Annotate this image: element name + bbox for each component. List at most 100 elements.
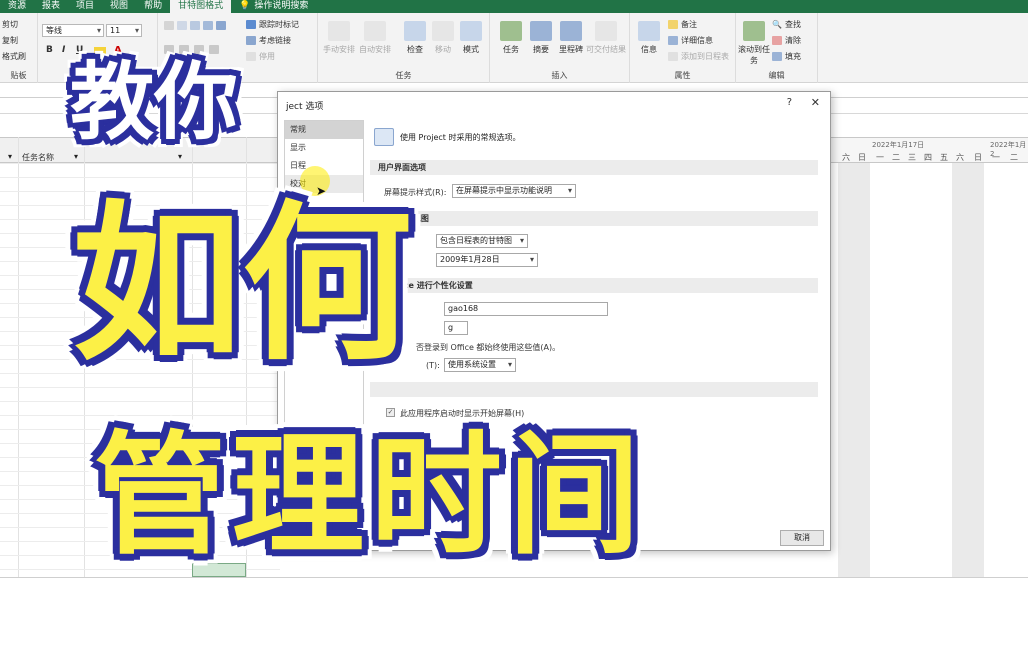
scroll-to-task-button[interactable]: 滚动到任务 (736, 17, 772, 66)
notes-button[interactable]: 备注 (668, 19, 697, 30)
day-label: 二 (1010, 153, 1018, 162)
help-icon[interactable]: ? (787, 97, 792, 108)
clear-button[interactable]: 清除 (772, 35, 801, 46)
details-label: 详细信息 (681, 36, 713, 45)
day-label: 一 (876, 153, 884, 162)
mode-column-dropdown[interactable]: ▾ (8, 152, 12, 161)
timeline-icon (668, 52, 678, 61)
font-size-select[interactable]: 11 (106, 24, 142, 37)
ribbon-tab-bar: 资源 报表 项目 视图 帮助 甘特图格式 💡 操作说明搜索 (0, 0, 1028, 13)
summary-label: 摘要 (533, 45, 549, 54)
nonworking-day-column (854, 163, 870, 577)
grid-row-line (0, 387, 280, 388)
deliverable-button[interactable]: 可交付结果 (586, 17, 626, 55)
add-to-timeline-button[interactable]: 添加到日程表 (668, 51, 729, 62)
editing-group-label: 编辑 (768, 71, 785, 80)
tab-project[interactable]: 项目 (68, 0, 102, 13)
insert-task-label: 任务 (503, 45, 519, 54)
milestone-icon (560, 21, 582, 41)
clipboard-group: 剪切 复制 格式刷 贴板 (0, 13, 38, 83)
cut-button[interactable]: 剪切 (2, 19, 18, 30)
manually-schedule-button[interactable]: 手动安排 (322, 17, 356, 55)
overlay-line-3: 管理时间 (94, 419, 646, 573)
username-input[interactable]: gao168 (444, 302, 608, 316)
auto-schedule-label: 自动安排 (359, 45, 391, 54)
close-icon[interactable]: ✕ (811, 96, 820, 109)
always-use-values-label[interactable]: 否登录到 Office 都始终使用这些值(A)。 (416, 342, 560, 353)
insert-task-button[interactable]: 任务 (494, 17, 528, 55)
respect-links-button[interactable]: 考虑链接 (246, 35, 291, 46)
nonworking-day-column (838, 163, 854, 577)
percent-complete-icons (164, 21, 226, 30)
percent-75-icon[interactable] (203, 21, 213, 30)
font-family-select[interactable]: 等线 (42, 24, 104, 37)
notes-label: 备注 (681, 20, 697, 29)
information-button[interactable]: 信息 (632, 17, 666, 55)
search-icon: 🔍 (772, 20, 782, 29)
respect-links-label: 考虑链接 (259, 36, 291, 45)
cancel-button[interactable]: 取消 (780, 530, 824, 546)
mark-on-track-button[interactable]: 跟踪时标记 (246, 19, 299, 30)
grid-row-line (0, 163, 280, 164)
office-theme-select[interactable]: 使用系统设置 (444, 358, 516, 372)
summary-button[interactable]: 摘要 (524, 17, 558, 55)
overlay-line-2: 如何 (72, 186, 413, 384)
percent-0-icon[interactable] (164, 21, 174, 30)
auto-schedule-button[interactable]: 自动安排 (358, 17, 392, 55)
mode-icon (460, 21, 482, 41)
percent-25-icon[interactable] (177, 21, 187, 30)
initials-input[interactable]: g (444, 321, 468, 335)
mode-label: 模式 (463, 45, 479, 54)
column-task-name[interactable]: 任务名称 (22, 152, 54, 163)
screentip-select[interactable]: 在屏幕提示中显示功能说明 (452, 184, 576, 198)
tab-report[interactable]: 报表 (34, 0, 68, 13)
section-project-view: Project 视图 (370, 211, 818, 226)
copy-button[interactable]: 复制 (2, 35, 18, 46)
day-label: 四 (924, 153, 932, 162)
task-name-dropdown[interactable]: ▾ (74, 152, 78, 161)
tab-gantt-format[interactable]: 甘特图格式 (170, 0, 232, 13)
deactivate-label: 停用 (259, 52, 275, 61)
day-label: 六 (956, 153, 964, 162)
scroll-to-task-label: 滚动到任务 (738, 45, 770, 65)
grid-row-line (0, 415, 280, 416)
startup-screen-checkbox[interactable]: ✓ (386, 408, 395, 417)
duration-dropdown[interactable]: ▾ (178, 152, 182, 161)
bold-button[interactable]: B (46, 45, 53, 55)
details-button[interactable]: 详细信息 (668, 35, 713, 46)
deactivate-button[interactable]: 停用 (246, 51, 275, 62)
clear-label: 清除 (785, 36, 801, 45)
italic-button[interactable]: I (62, 45, 65, 55)
tab-help[interactable]: 帮助 (136, 0, 170, 13)
find-label: 查找 (784, 20, 801, 29)
tab-resource[interactable]: 资源 (0, 0, 34, 13)
tab-view[interactable]: 视图 (102, 0, 136, 13)
intro-row: 使用 Project 时采用的常规选项。 (374, 128, 520, 146)
insert-group-label: 插入 (551, 71, 568, 80)
nav-display[interactable]: 显示 (285, 139, 363, 157)
nav-general[interactable]: 常规 (285, 121, 363, 139)
percent-50-icon[interactable] (190, 21, 200, 30)
section-ui-options: 用户界面选项 (370, 160, 818, 175)
default-view-select[interactable]: 包含日程表的甘特图 (436, 234, 528, 248)
information-label: 信息 (641, 45, 657, 54)
inspect-icon (404, 21, 426, 41)
nonworking-day-column (968, 163, 984, 577)
deliverable-label: 可交付结果 (586, 45, 626, 54)
tell-me-search[interactable]: 💡 操作说明搜索 (231, 0, 316, 13)
properties-group: 信息 备注 详细信息 添加到日程表 属性 (630, 13, 736, 83)
mode-button[interactable]: 模式 (454, 17, 488, 55)
date-format-select[interactable]: 2009年1月28日 (436, 253, 538, 267)
find-button[interactable]: 🔍 查找 (772, 19, 801, 30)
details-icon (668, 36, 678, 45)
format-painter-label: 格式刷 (2, 52, 26, 61)
section-start-options (370, 382, 818, 397)
move-icon (432, 21, 454, 41)
grid-row-line (0, 401, 280, 402)
format-painter-button[interactable]: 格式刷 (2, 51, 26, 62)
percent-100-icon[interactable] (216, 21, 226, 30)
copy-label: 复制 (2, 36, 18, 45)
milestone-button[interactable]: 里程碑 (554, 17, 588, 55)
fill-button[interactable]: 填充 (772, 51, 801, 62)
notes-icon (668, 20, 678, 29)
